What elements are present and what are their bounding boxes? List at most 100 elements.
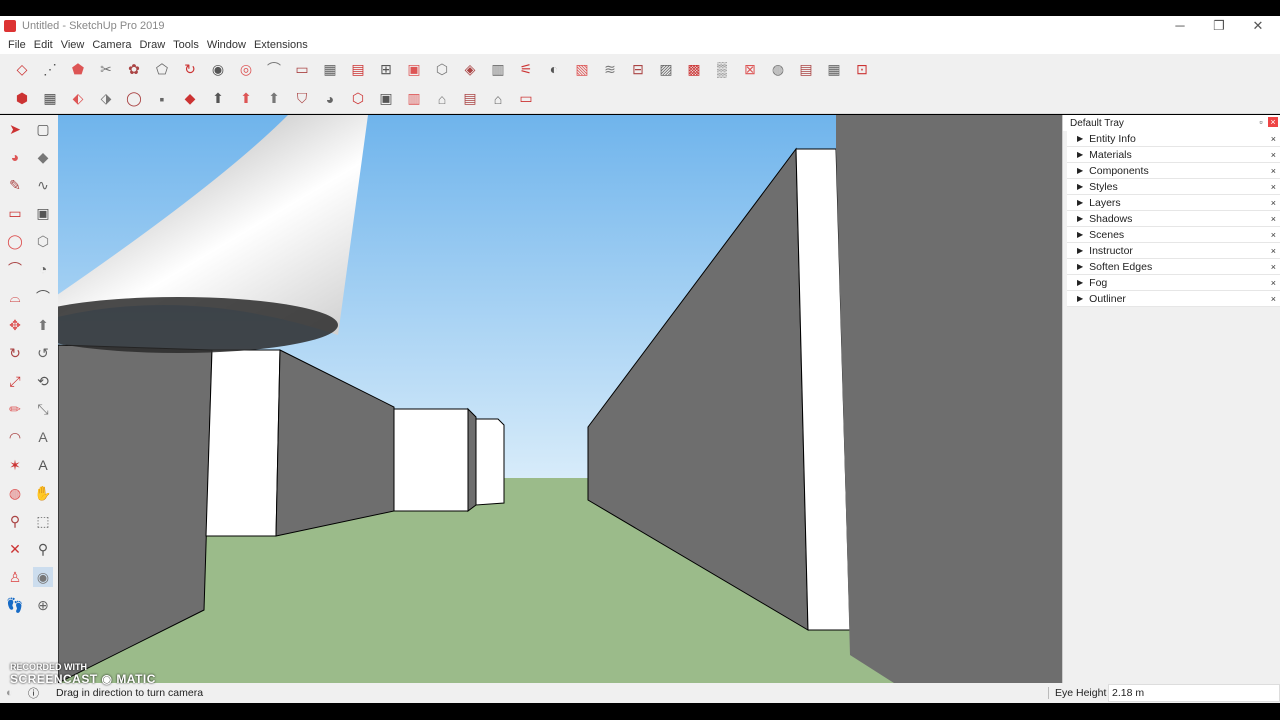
pin-icon[interactable]: ▫ — [1256, 117, 1266, 127]
expand-triangle-icon[interactable]: ▶ — [1077, 278, 1083, 287]
toolbar-tool-icon[interactable]: ▩ — [684, 59, 704, 79]
follow-me-icon[interactable]: ↺ — [33, 343, 53, 363]
toolbar-tool-icon[interactable]: ◍ — [768, 59, 788, 79]
paint-bucket-icon[interactable]: ◕ — [5, 147, 25, 167]
panel-close-icon[interactable]: × — [1271, 182, 1276, 192]
toolbar-tool-icon[interactable]: ⬠ — [152, 59, 172, 79]
info-icon[interactable]: ⓘ — [28, 685, 39, 701]
tray-panel-styles[interactable]: ▶ Styles × — [1067, 179, 1280, 195]
push-pull-icon[interactable]: ⬆ — [33, 315, 53, 335]
rectangle-icon[interactable]: ▭ — [5, 203, 25, 223]
expand-triangle-icon[interactable]: ▶ — [1077, 246, 1083, 255]
close-button[interactable]: ✕ — [1238, 16, 1278, 36]
select-arrow-icon[interactable]: ➤ — [5, 119, 25, 139]
tray-panel-layers[interactable]: ▶ Layers × — [1067, 195, 1280, 211]
menu-edit[interactable]: Edit — [30, 39, 57, 51]
menu-view[interactable]: View — [57, 39, 89, 51]
panel-close-icon[interactable]: × — [1271, 294, 1276, 304]
panel-close-icon[interactable]: × — [1271, 230, 1276, 240]
tray-close-icon[interactable]: × — [1268, 117, 1278, 127]
two-point-arc-icon[interactable]: ⌒ — [33, 287, 53, 307]
toolbar-tool-icon[interactable]: ≋ — [600, 59, 620, 79]
menu-extensions[interactable]: Extensions — [250, 39, 312, 51]
toolbar-tool-icon[interactable]: ▤ — [796, 59, 816, 79]
tray-panel-components[interactable]: ▶ Components × — [1067, 163, 1280, 179]
toolbar-tool-icon[interactable]: ⊞ — [376, 59, 396, 79]
pan-icon[interactable]: ✋ — [33, 483, 53, 503]
geo-location-icon[interactable]: ◐ — [6, 687, 13, 699]
maximize-button[interactable]: ❐ — [1199, 16, 1239, 36]
toolbar-tool-icon[interactable]: ⬆ — [264, 89, 284, 109]
make-component-icon[interactable]: ▢ — [33, 119, 53, 139]
panel-close-icon[interactable]: × — [1271, 262, 1276, 272]
tray-panel-outliner[interactable]: ▶ Outliner × — [1067, 291, 1280, 307]
toolbar-tool-icon[interactable]: ⬟ — [68, 59, 88, 79]
toolbar-tool-icon[interactable]: ⬗ — [96, 89, 116, 109]
tray-panel-fog[interactable]: ▶ Fog × — [1067, 275, 1280, 291]
toolbar-tool-icon[interactable]: ⊡ — [852, 59, 872, 79]
panel-close-icon[interactable]: × — [1271, 198, 1276, 208]
toolbar-tool-icon[interactable]: ⬡ — [432, 59, 452, 79]
menu-camera[interactable]: Camera — [88, 39, 135, 51]
toolbar-tool-icon[interactable]: ▥ — [488, 59, 508, 79]
line-icon[interactable]: ✎ — [5, 175, 25, 195]
panel-close-icon[interactable]: × — [1271, 214, 1276, 224]
zoom-icon[interactable]: ⚲ — [5, 511, 25, 531]
toolbar-tool-icon[interactable]: ⌂ — [432, 89, 452, 109]
toolbar-tool-icon[interactable]: ⊠ — [740, 59, 760, 79]
tray-panel-instructor[interactable]: ▶ Instructor × — [1067, 243, 1280, 259]
toolbar-tool-icon[interactable]: ✿ — [124, 59, 144, 79]
toolbar-tool-icon[interactable]: ⚟ — [516, 59, 536, 79]
toolbar-tool-icon[interactable]: ◐ — [544, 59, 564, 79]
protractor-icon[interactable]: ◠ — [5, 427, 25, 447]
toolbar-tool-icon[interactable]: ✂ — [96, 59, 116, 79]
toolbar-tool-icon[interactable]: ⛉ — [292, 89, 312, 109]
pie-icon[interactable]: ◔ — [33, 259, 53, 279]
three-point-arc-icon[interactable]: ⌓ — [5, 287, 25, 307]
3d-viewport[interactable] — [58, 115, 1062, 683]
expand-triangle-icon[interactable]: ▶ — [1077, 150, 1083, 159]
tray-panel-scenes[interactable]: ▶ Scenes × — [1067, 227, 1280, 243]
look-around-icon[interactable]: ◉ — [33, 567, 53, 587]
dimension-icon[interactable]: ⤡ — [33, 399, 53, 419]
toolbar-tool-icon[interactable]: ◉ — [208, 59, 228, 79]
toolbar-tool-icon[interactable]: ◕ — [320, 89, 340, 109]
rotate-icon[interactable]: ↻ — [5, 343, 25, 363]
toolbar-tool-icon[interactable]: ⋰ — [40, 59, 60, 79]
tray-panel-soften-edges[interactable]: ▶ Soften Edges × — [1067, 259, 1280, 275]
panel-close-icon[interactable]: × — [1271, 150, 1276, 160]
expand-triangle-icon[interactable]: ▶ — [1077, 262, 1083, 271]
toolbar-tool-icon[interactable]: ◎ — [236, 59, 256, 79]
tape-measure-icon[interactable]: ✏ — [5, 399, 25, 419]
offset-icon[interactable]: ⟲ — [33, 371, 53, 391]
toolbar-tool-icon[interactable]: ⊟ — [628, 59, 648, 79]
expand-triangle-icon[interactable]: ▶ — [1077, 294, 1083, 303]
panel-close-icon[interactable]: × — [1271, 166, 1276, 176]
panel-close-icon[interactable]: × — [1271, 134, 1276, 144]
toolbar-tool-icon[interactable]: ▦ — [40, 89, 60, 109]
rotated-rectangle-icon[interactable]: ▣ — [33, 203, 53, 223]
toolbar-tool-icon[interactable]: ▣ — [376, 89, 396, 109]
panel-close-icon[interactable]: × — [1271, 278, 1276, 288]
expand-triangle-icon[interactable]: ▶ — [1077, 230, 1083, 239]
minimize-button[interactable]: ─ — [1160, 16, 1200, 36]
menu-window[interactable]: Window — [203, 39, 250, 51]
toolbar-tool-icon[interactable]: ⌂ — [488, 89, 508, 109]
toolbar-tool-icon[interactable]: ◯ — [124, 89, 144, 109]
position-camera-icon[interactable]: ♙ — [5, 567, 25, 587]
measurement-input[interactable]: 2.18 m — [1108, 684, 1280, 702]
expand-triangle-icon[interactable]: ▶ — [1077, 166, 1083, 175]
toolbar-tool-icon[interactable]: ▭ — [516, 89, 536, 109]
toolbar-tool-icon[interactable]: ⌒ — [264, 59, 284, 79]
toolbar-tool-icon[interactable]: ▤ — [460, 89, 480, 109]
expand-triangle-icon[interactable]: ▶ — [1077, 134, 1083, 143]
eraser-icon[interactable]: ◆ — [33, 147, 53, 167]
toolbar-tool-icon[interactable]: ▪ — [152, 89, 172, 109]
orbit-icon[interactable]: ◍ — [5, 483, 25, 503]
toolbar-tool-icon[interactable]: ⬡ — [348, 89, 368, 109]
toolbar-tool-icon[interactable]: ▧ — [572, 59, 592, 79]
zoom-extents-icon[interactable]: ✕ — [5, 539, 25, 559]
move-icon[interactable]: ✥ — [5, 315, 25, 335]
polygon-icon[interactable]: ⬡ — [33, 231, 53, 251]
circle-icon[interactable]: ◯ — [5, 231, 25, 251]
